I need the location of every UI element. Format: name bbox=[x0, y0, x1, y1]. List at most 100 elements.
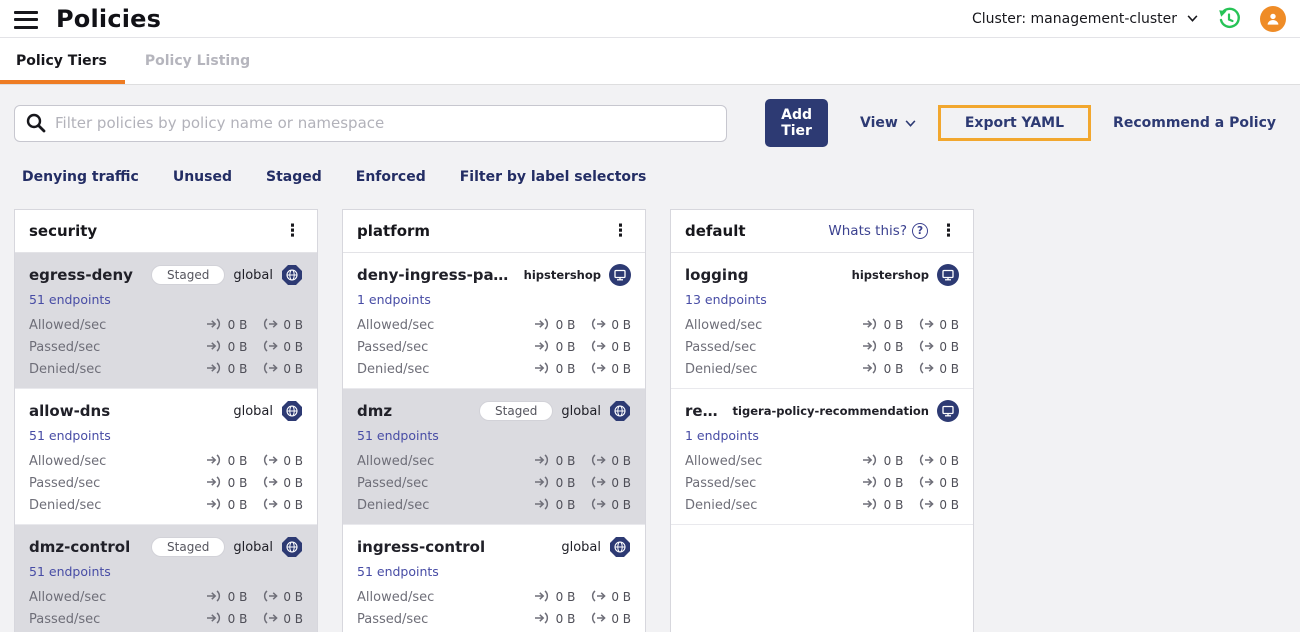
ingress-bytes: 0 B bbox=[227, 590, 248, 604]
ingress-bytes: 0 B bbox=[883, 318, 904, 332]
egress-value: 0 B bbox=[589, 339, 631, 355]
policy-card[interactable]: ingress-control global 51 endpoints Allowed… bbox=[343, 525, 645, 632]
export-yaml-highlight-box: Export YAML bbox=[937, 105, 1092, 141]
stat-label: Passed/sec bbox=[357, 475, 429, 491]
search-icon bbox=[26, 113, 46, 133]
endpoints-link[interactable]: 51 endpoints bbox=[29, 428, 111, 443]
filter-link-filter-by-label-selectors[interactable]: Filter by label selectors bbox=[460, 169, 647, 185]
ingress-value: 0 B bbox=[534, 611, 575, 627]
egress-value: 0 B bbox=[917, 453, 959, 469]
tier-header: default Whats this?? ⋮ bbox=[671, 210, 973, 253]
ingress-bytes: 0 B bbox=[227, 454, 248, 468]
ingress-value: 0 B bbox=[206, 497, 248, 513]
policy-name: logging bbox=[685, 266, 749, 284]
menu-icon[interactable] bbox=[14, 10, 38, 29]
egress-icon bbox=[261, 339, 279, 355]
policy-name: restricted bbox=[685, 402, 725, 420]
policy-name: egress-deny bbox=[29, 266, 133, 284]
egress-icon bbox=[261, 611, 279, 627]
egress-value: 0 B bbox=[261, 497, 303, 513]
egress-icon bbox=[917, 453, 935, 469]
policy-card[interactable]: dmz-control Staged global 51 endpoints Allow… bbox=[15, 525, 317, 632]
policy-stat-row: Denied/sec 0 B 0 B bbox=[685, 358, 959, 380]
ingress-value: 0 B bbox=[862, 497, 904, 513]
user-avatar-icon[interactable] bbox=[1260, 5, 1286, 32]
policy-card[interactable]: egress-deny Staged global 51 endpoints Allow… bbox=[15, 253, 317, 389]
endpoints-link[interactable]: 51 endpoints bbox=[357, 564, 439, 579]
egress-icon bbox=[917, 475, 935, 491]
policy-card[interactable]: dmz Staged global 51 endpoints Allowed/sec 0 … bbox=[343, 389, 645, 525]
ingress-bytes: 0 B bbox=[555, 340, 576, 354]
policy-scope-label: global bbox=[561, 539, 601, 555]
policy-scope-label: hipstershop bbox=[851, 268, 929, 282]
endpoints-link[interactable]: 1 endpoints bbox=[357, 292, 431, 307]
toolbar: Add Tier View Export YAML Recommend a Po… bbox=[14, 99, 1286, 147]
view-dropdown[interactable]: View bbox=[850, 107, 926, 139]
filter-link-enforced[interactable]: Enforced bbox=[356, 169, 426, 185]
endpoints-link[interactable]: 13 endpoints bbox=[685, 292, 767, 307]
ingress-value: 0 B bbox=[862, 361, 903, 377]
policy-stat-row: Allowed/sec 0 B 0 B bbox=[685, 450, 959, 472]
tier-menu-kebab-icon[interactable]: ⋮ bbox=[610, 222, 631, 240]
tier-menu-kebab-icon[interactable]: ⋮ bbox=[938, 222, 959, 240]
policy-card[interactable]: allow-dns global 51 endpoints Allowed/sec 0 … bbox=[15, 389, 317, 525]
add-tier-button[interactable]: Add Tier bbox=[765, 99, 829, 147]
stat-label: Passed/sec bbox=[357, 339, 429, 355]
policy-stat-row: Passed/sec 0 B 0 B bbox=[29, 472, 303, 494]
policy-title-row: egress-deny Staged global bbox=[29, 264, 303, 286]
egress-value: 0 B bbox=[589, 589, 631, 605]
endpoints-link[interactable]: 51 endpoints bbox=[29, 292, 111, 307]
ingress-value: 0 B bbox=[534, 453, 575, 469]
ingress-bytes: 0 B bbox=[883, 498, 904, 512]
filter-link-denying-traffic[interactable]: Denying traffic bbox=[22, 169, 139, 185]
tier-header-actions: ⋮ bbox=[610, 222, 631, 240]
policy-search-box[interactable] bbox=[14, 104, 728, 142]
top-bar: Policies Cluster: management-cluster bbox=[0, 0, 1300, 38]
cluster-selector[interactable]: Cluster: management-cluster bbox=[972, 11, 1198, 27]
egress-value: 0 B bbox=[917, 339, 959, 355]
tab-policy-listing[interactable]: Policy Listing bbox=[143, 38, 268, 84]
tier-header-actions: ⋮ bbox=[282, 222, 303, 240]
policy-card[interactable]: logging hipstershop 13 endpoints Allowed/se… bbox=[671, 253, 973, 389]
stat-values: 0 B 0 B bbox=[534, 453, 631, 469]
policy-card[interactable]: restricted tigera-policy-recommendation 1 … bbox=[671, 389, 973, 525]
policy-stat-row: Passed/sec 0 B 0 B bbox=[357, 472, 631, 494]
egress-value: 0 B bbox=[589, 611, 631, 627]
filter-link-staged[interactable]: Staged bbox=[266, 169, 322, 185]
policy-title-row: dmz-control Staged global bbox=[29, 536, 303, 558]
policy-title-row: restricted tigera-policy-recommendation bbox=[685, 400, 959, 422]
history-icon[interactable] bbox=[1216, 6, 1242, 32]
recommend-policy-button[interactable]: Recommend a Policy bbox=[1103, 107, 1286, 139]
global-policy-icon bbox=[281, 264, 303, 286]
egress-bytes: 0 B bbox=[611, 498, 631, 512]
egress-bytes: 0 B bbox=[611, 476, 631, 490]
stat-values: 0 B 0 B bbox=[534, 361, 631, 377]
export-yaml-button[interactable]: Export YAML bbox=[965, 115, 1064, 131]
tier-menu-kebab-icon[interactable]: ⋮ bbox=[282, 222, 303, 240]
egress-bytes: 0 B bbox=[611, 590, 631, 604]
stat-label: Allowed/sec bbox=[29, 317, 107, 333]
endpoints-link[interactable]: 51 endpoints bbox=[357, 428, 439, 443]
whats-this-link[interactable]: Whats this?? bbox=[828, 223, 928, 239]
policy-card[interactable]: deny-ingress-paymentservi... hipstershop 1… bbox=[343, 253, 645, 389]
tier-name: default bbox=[685, 222, 746, 240]
tier-columns: security ⋮ egress-deny Staged global 51 endpo… bbox=[14, 209, 1286, 632]
filter-link-unused[interactable]: Unused bbox=[173, 169, 232, 185]
ingress-bytes: 0 B bbox=[883, 476, 904, 490]
egress-icon bbox=[589, 589, 607, 605]
policy-title-row: logging hipstershop bbox=[685, 264, 959, 286]
endpoints-link[interactable]: 1 endpoints bbox=[685, 428, 759, 443]
stat-values: 0 B 0 B bbox=[862, 361, 959, 377]
ingress-bytes: 0 B bbox=[227, 498, 248, 512]
egress-bytes: 0 B bbox=[611, 612, 631, 626]
egress-value: 0 B bbox=[261, 611, 303, 627]
ingress-value: 0 B bbox=[534, 589, 575, 605]
egress-icon bbox=[589, 361, 607, 377]
egress-icon bbox=[589, 611, 607, 627]
tab-policy-tiers[interactable]: Policy Tiers bbox=[0, 38, 125, 84]
policy-search-input[interactable] bbox=[55, 114, 717, 132]
tier-column-security: security ⋮ egress-deny Staged global 51 endpo… bbox=[14, 209, 318, 632]
endpoints-link[interactable]: 51 endpoints bbox=[29, 564, 111, 579]
stat-label: Passed/sec bbox=[29, 611, 101, 627]
egress-bytes: 0 B bbox=[283, 590, 303, 604]
